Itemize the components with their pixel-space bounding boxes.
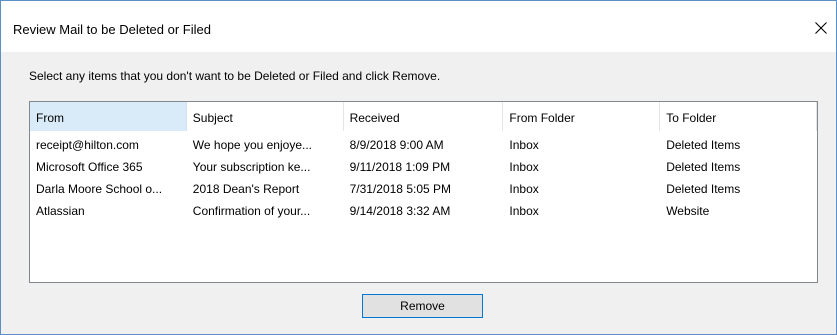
column-header-from[interactable]: From	[30, 102, 187, 131]
cell-to-folder: Deleted Items	[666, 138, 741, 152]
review-mail-dialog: Review Mail to be Deleted or Filed Selec…	[0, 0, 837, 335]
column-header-received[interactable]: Received	[343, 102, 504, 131]
cell-to-folder: Website	[666, 204, 710, 218]
cell-from: Atlassian	[36, 204, 85, 218]
dialog-title: Review Mail to be Deleted or Filed	[13, 22, 211, 37]
cell-received: 9/11/2018 1:09 PM	[349, 160, 451, 174]
list-header: From Subject Received From Folder To Fol…	[30, 102, 817, 131]
column-header-subject[interactable]: Subject	[186, 102, 344, 131]
cell-from-folder: Inbox	[509, 160, 539, 174]
mail-list[interactable]: From Subject Received From Folder To Fol…	[29, 101, 818, 283]
remove-button[interactable]: Remove	[362, 294, 483, 318]
cell-received: 8/9/2018 9:00 AM	[349, 138, 444, 152]
list-row[interactable]: Darla Moore School o... 2018 Dean's Repo…	[30, 178, 817, 200]
cell-from-folder: Inbox	[509, 138, 539, 152]
cell-from: Microsoft Office 365	[36, 160, 143, 174]
cell-subject: Confirmation of your...	[192, 204, 311, 218]
close-button[interactable]	[806, 15, 836, 41]
cell-subject: Your subscription ke...	[192, 160, 311, 174]
cell-subject: 2018 Dean's Report	[192, 182, 300, 196]
close-icon	[815, 22, 827, 34]
cell-to-folder: Deleted Items	[666, 182, 741, 196]
instruction-text: Select any items that you don't want to …	[29, 69, 441, 83]
cell-from-folder: Inbox	[509, 204, 539, 218]
cell-from: Darla Moore School o...	[36, 182, 163, 196]
list-row[interactable]: Atlassian Confirmation of your... 9/14/2…	[30, 200, 817, 222]
list-rows: receipt@hilton.com We hope you enjoye...…	[30, 134, 817, 222]
cell-subject: We hope you enjoye...	[192, 138, 312, 152]
cell-to-folder: Deleted Items	[666, 160, 741, 174]
column-header-to-folder[interactable]: To Folder	[660, 102, 817, 131]
list-row[interactable]: receipt@hilton.com We hope you enjoye...…	[30, 134, 817, 156]
cell-received: 9/14/2018 3:32 AM	[349, 204, 451, 218]
list-row[interactable]: Microsoft Office 365 Your subscription k…	[30, 156, 817, 178]
cell-received: 7/31/2018 5:05 PM	[349, 182, 452, 196]
cell-from-folder: Inbox	[509, 182, 539, 196]
cell-from: receipt@hilton.com	[36, 138, 139, 152]
title-bar: Review Mail to be Deleted or Filed	[1, 1, 836, 52]
column-header-from-folder[interactable]: From Folder	[503, 102, 661, 131]
